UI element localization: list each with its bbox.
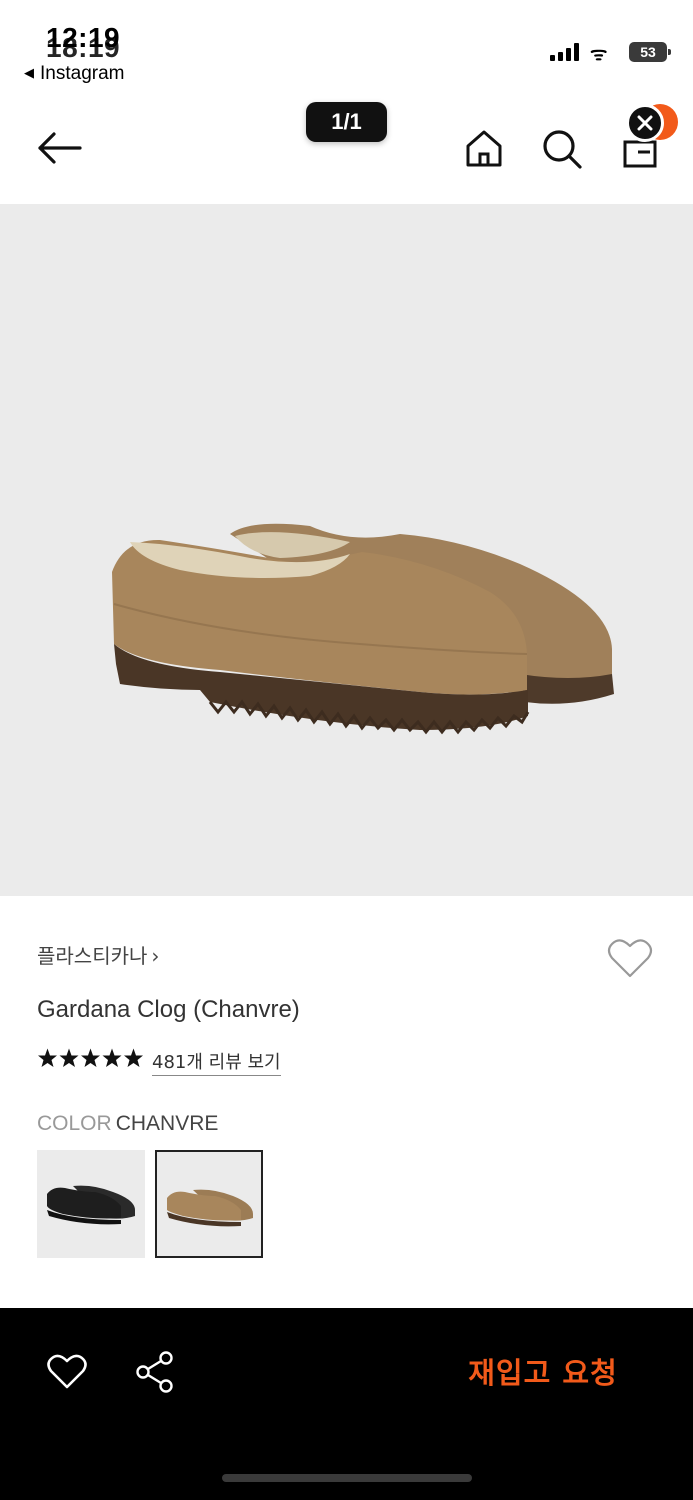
color-selector-label: COLOR CHANVRE <box>37 1112 218 1136</box>
restock-request-button[interactable]: 재입고 요청 <box>455 1348 631 1398</box>
heart-icon[interactable] <box>46 1352 88 1390</box>
chevron-right-icon: › <box>151 944 160 968</box>
chanvre-clog-thumbnail <box>167 1189 253 1227</box>
color-swatch-black[interactable] <box>37 1150 145 1258</box>
wifi-icon: ᯤ <box>590 44 608 65</box>
battery-level: 53 <box>640 44 656 60</box>
black-clog-thumbnail <box>47 1185 135 1225</box>
brand-link[interactable]: 플라스티카나 › <box>37 940 159 969</box>
back-to-app-link[interactable]: ◀ Instagram <box>24 63 124 85</box>
back-triangle-icon: ◀ <box>24 65 34 80</box>
back-arrow-icon[interactable] <box>36 130 82 166</box>
home-icon[interactable] <box>464 128 504 168</box>
wishlist-heart-icon[interactable] <box>606 936 654 980</box>
status-bar: 12:19 18:19 ◀ Instagram ᯤ 53 <box>0 0 693 92</box>
brand-name: 플라스티카나 <box>37 944 148 968</box>
image-page-counter: 1/1 <box>306 102 387 142</box>
battery-icon: 53 <box>629 42 671 62</box>
color-swatch-chanvre[interactable] <box>155 1150 263 1258</box>
rating-stars <box>38 1048 143 1067</box>
share-icon[interactable] <box>134 1350 176 1394</box>
bottom-action-bar: 재입고 요청 <box>0 1308 693 1500</box>
close-icon <box>637 115 653 131</box>
color-label: COLOR <box>37 1112 112 1135</box>
clog-shoe-image <box>112 523 614 735</box>
home-indicator[interactable] <box>222 1474 472 1482</box>
view-reviews-link[interactable]: 481개 리뷰 보기 <box>152 1048 281 1076</box>
cellular-signal-icon <box>550 43 582 61</box>
status-time-overlap: 18:19 <box>46 32 121 63</box>
top-navigation: 1/1 <box>0 92 693 204</box>
search-icon[interactable] <box>541 128 583 170</box>
product-image[interactable] <box>0 204 693 896</box>
back-app-label: Instagram <box>40 63 125 84</box>
product-name: Gardana Clog (Chanvre) <box>37 996 300 1023</box>
close-overlay-button[interactable] <box>626 104 664 142</box>
color-value: CHANVRE <box>115 1112 219 1135</box>
